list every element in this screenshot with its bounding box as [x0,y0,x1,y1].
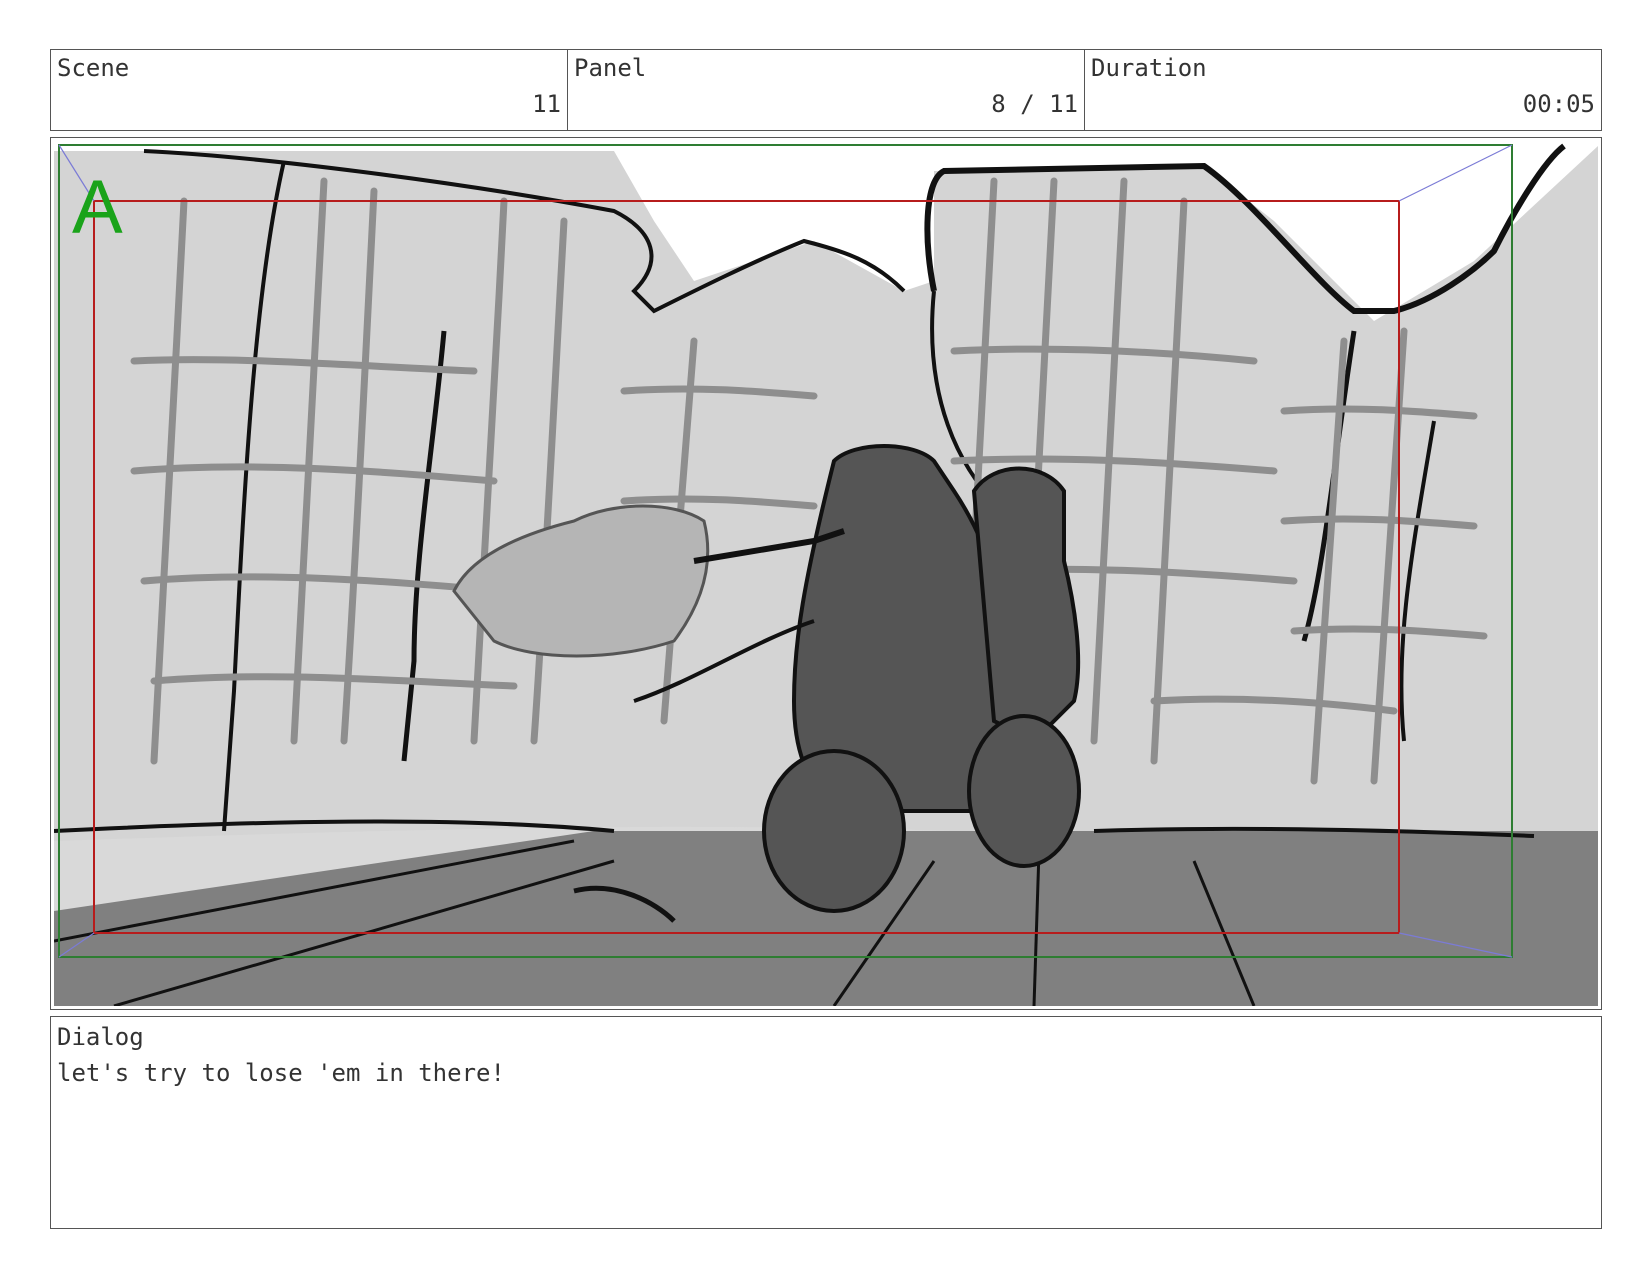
duration-cell: Duration 00:05 [1085,50,1601,130]
dialog-text: let's try to lose 'em in there! [57,1059,505,1087]
panel-cell: Panel 8 / 11 [568,50,1085,130]
scene-cell: Scene 11 [51,50,568,130]
scene-number: 11 [532,90,561,118]
dialog-box: Dialog let's try to lose 'em in there! [50,1016,1602,1229]
panel-number: 8 / 11 [991,90,1078,118]
camera-label: A [72,165,123,250]
storyboard-sketch: A [54,141,1598,1006]
duration-label: Duration [1091,54,1207,82]
scene-label: Scene [57,54,130,82]
duration-value: 00:05 [1522,90,1595,118]
panel-label: Panel [574,54,647,82]
storyboard-frame: A [50,137,1602,1010]
dialog-label: Dialog [57,1023,144,1051]
panel-info-header: Scene 11 Panel 8 / 11 Duration 00:05 [50,49,1602,131]
